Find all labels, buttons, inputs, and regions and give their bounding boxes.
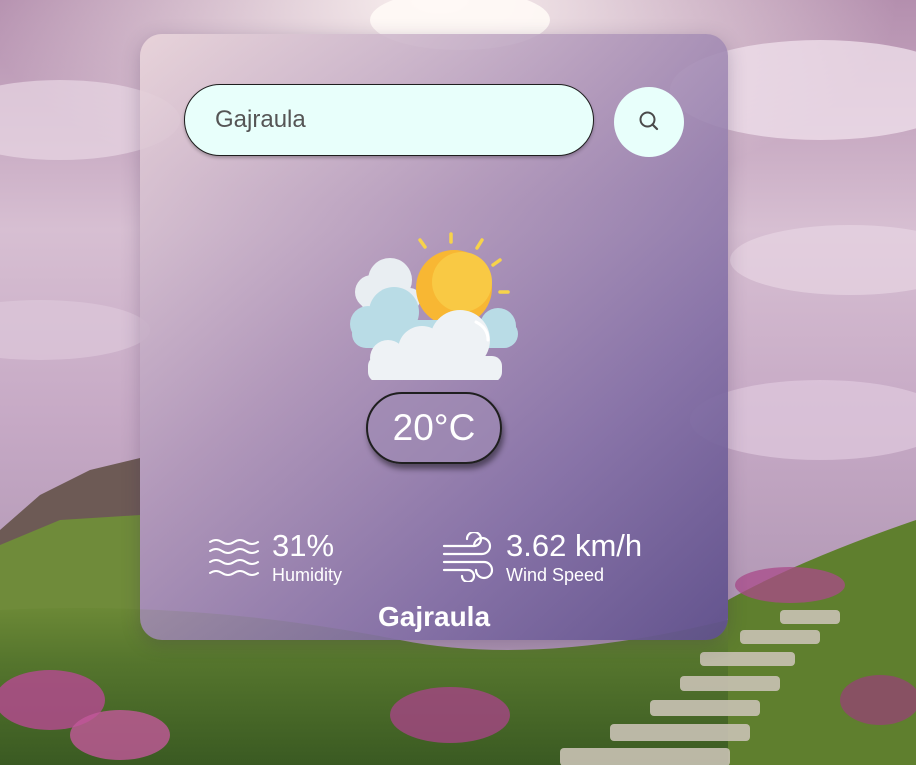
humidity-label: Humidity	[272, 565, 343, 585]
search-icon	[638, 110, 660, 135]
humidity-waves-icon	[208, 532, 262, 582]
city-search-input[interactable]	[184, 84, 594, 156]
temperature-badge: 20°C	[366, 392, 502, 464]
city-name: Gajraula	[377, 601, 491, 632]
wind-speed-label: Wind Speed	[506, 565, 605, 585]
wind-stat: 3.62 km/h Wind Speed	[442, 530, 642, 584]
humidity-value: 31%	[272, 528, 335, 563]
weather-card: 20°C 31% Humidity	[140, 34, 728, 640]
wind-speed-value: 3.62 km/h	[506, 528, 643, 563]
search-button[interactable]	[614, 87, 684, 157]
wind-icon	[442, 530, 496, 584]
sun-behind-clouds-icon	[348, 230, 520, 382]
humidity-stat: 31% Humidity	[208, 530, 342, 584]
temperature-value: 20°C	[392, 407, 476, 448]
